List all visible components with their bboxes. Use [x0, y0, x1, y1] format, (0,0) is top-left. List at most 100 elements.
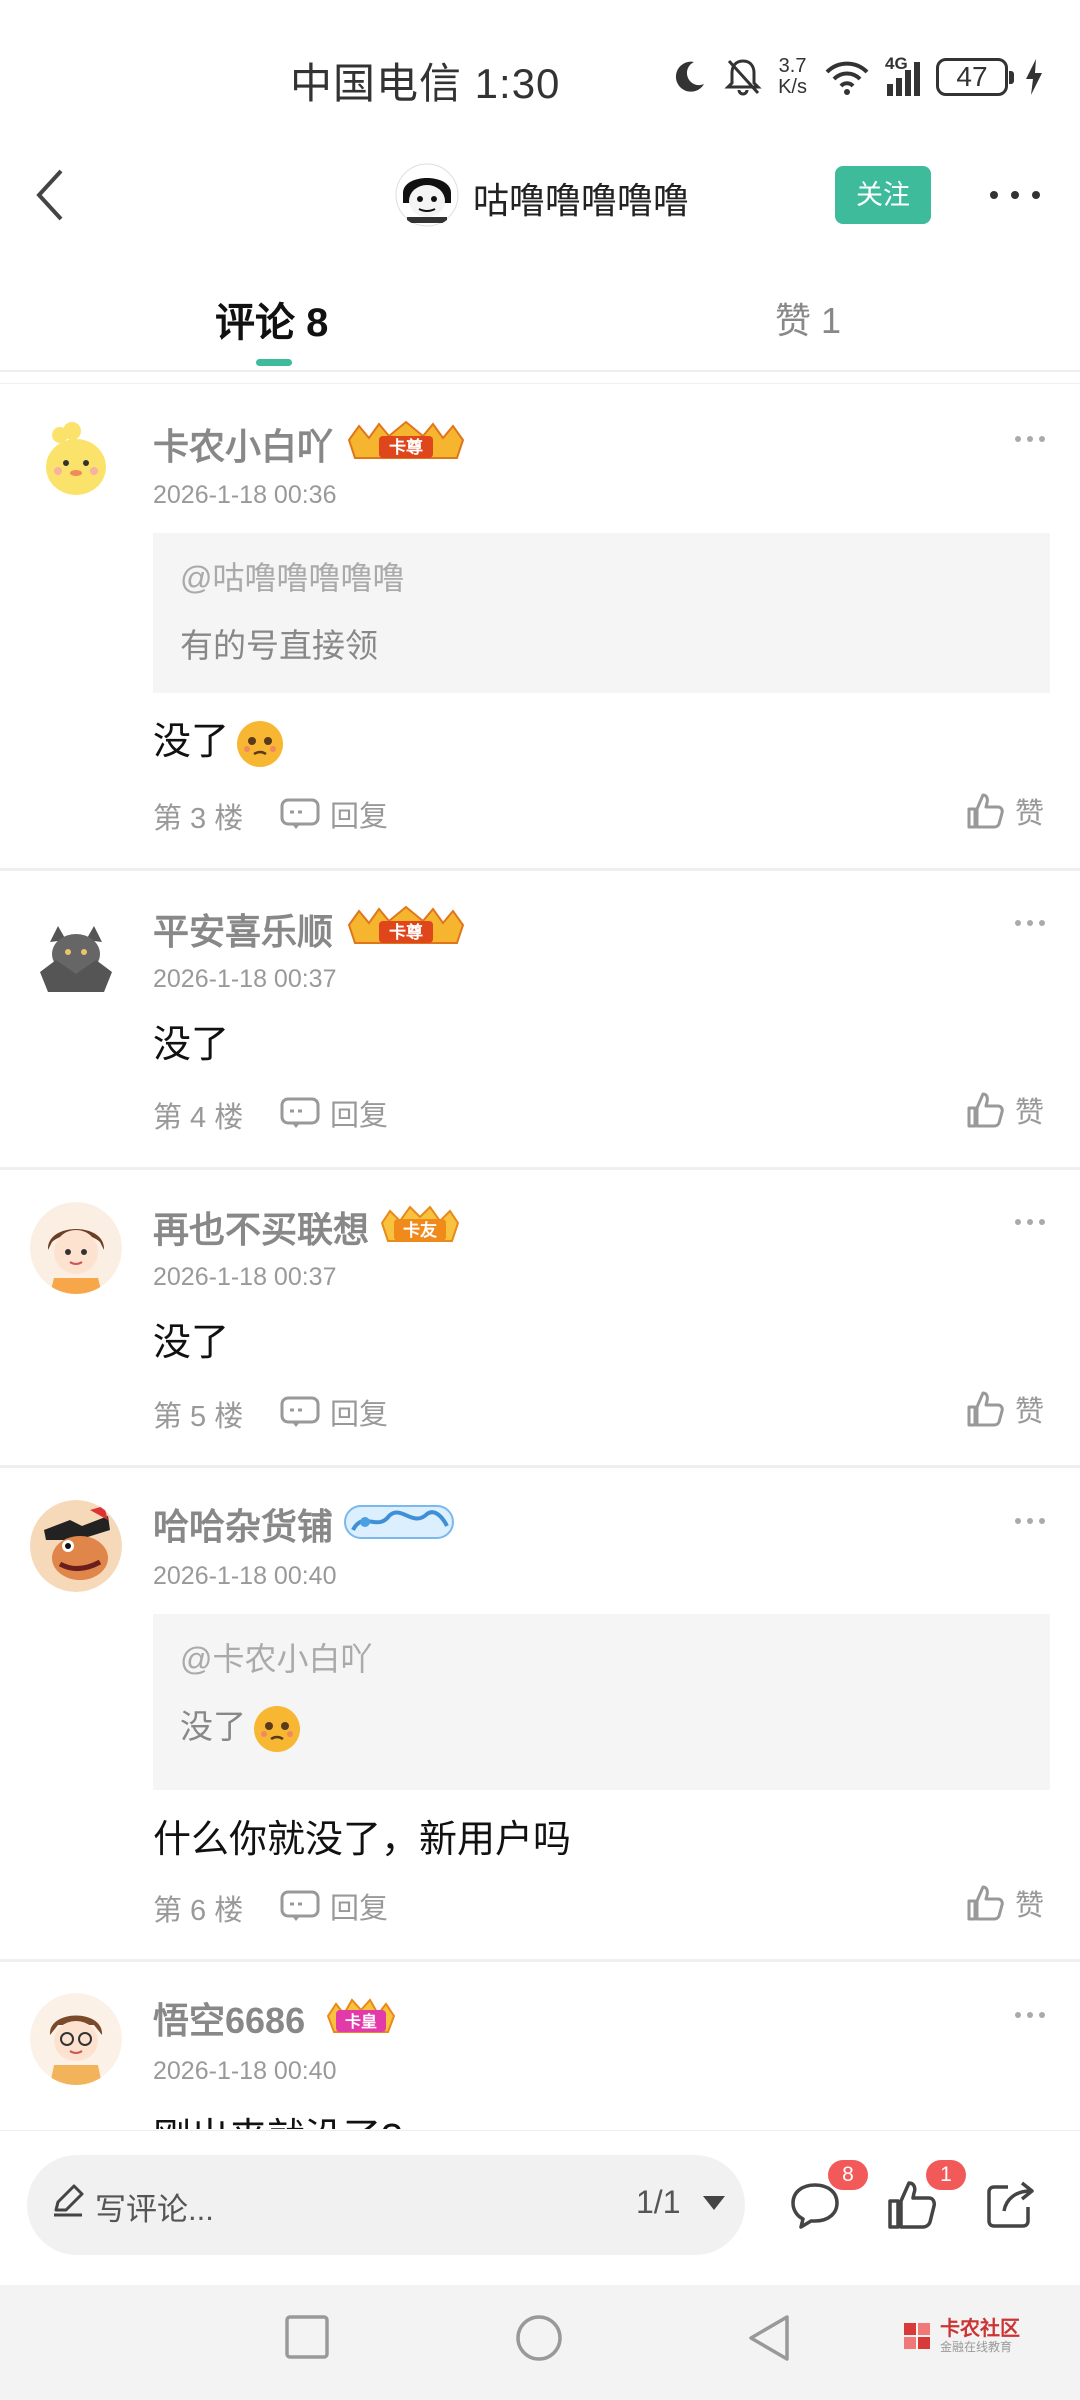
- signal-icon: 4G: [885, 54, 920, 96]
- back-button[interactable]: [20, 165, 80, 225]
- comment-time: 2026-1-18 00:40: [153, 2057, 337, 2085]
- home-icon[interactable]: [514, 2313, 564, 2363]
- reply-button[interactable]: 回复: [280, 1391, 388, 1433]
- reply-icon: [280, 1890, 320, 1921]
- pencil-icon: [54, 2184, 84, 2217]
- status-icons: 3.7 K/s 4G 47: [670, 52, 1044, 102]
- quoted-comment[interactable]: @卡农小白吖 没了: [153, 1614, 1050, 1790]
- moon-icon: [676, 61, 705, 92]
- floor-number: 第 6 楼: [153, 1895, 244, 1927]
- like-button[interactable]: 赞: [965, 1882, 1044, 1924]
- comment-count-badge: 8: [828, 2160, 868, 2190]
- avatar[interactable]: [30, 1500, 122, 1592]
- comment-author[interactable]: 哈哈杂货铺: [153, 1498, 333, 1550]
- reply-button[interactable]: 回复: [280, 1092, 388, 1134]
- level-badge: 卡尊: [345, 905, 467, 947]
- charging-icon: [1026, 59, 1042, 95]
- author-name[interactable]: 咕噜噜噜噜噜: [473, 172, 689, 224]
- bell-muted-icon: [724, 59, 762, 96]
- reply-button[interactable]: 回复: [280, 793, 388, 835]
- comment-divider: [0, 1167, 1080, 1170]
- comment-author[interactable]: 悟空6686: [153, 1992, 305, 2044]
- chevron-left-icon: [36, 169, 63, 221]
- comment-author[interactable]: 再也不买联想: [153, 1201, 369, 1253]
- more-options-button[interactable]: [990, 180, 1040, 210]
- wifi-icon: [825, 61, 869, 95]
- reply-icon: [280, 1097, 320, 1128]
- comment-text: 没了: [153, 1024, 230, 1066]
- comment-more-button[interactable]: [1015, 2012, 1045, 2022]
- tab-active-indicator: [256, 359, 292, 366]
- comment-author[interactable]: 卡农小白吖: [153, 418, 333, 470]
- comment-divider: [0, 1959, 1080, 1962]
- comment-author[interactable]: 平安喜乐顺: [153, 903, 333, 955]
- comment-text: 没了: [153, 1322, 230, 1364]
- like-button[interactable]: 赞: [965, 790, 1044, 832]
- tabs-divider: [0, 370, 1080, 372]
- avatar[interactable]: [30, 1202, 122, 1294]
- recent-apps-icon[interactable]: [283, 2313, 331, 2361]
- comment-more-button[interactable]: [1015, 920, 1045, 930]
- like-button[interactable]: 赞: [965, 1388, 1044, 1430]
- quoted-text: 有的号直接领: [180, 627, 378, 664]
- follow-button[interactable]: 关注: [835, 166, 931, 224]
- clipped-comment-area: 刚出来就没了?: [0, 2100, 1080, 2129]
- level-badge: 卡尊: [345, 420, 467, 462]
- comment-time: 2026-1-18 00:37: [153, 965, 337, 993]
- quoted-user: @咕噜噜噜噜噜: [180, 560, 405, 596]
- quoted-comment[interactable]: @咕噜噜噜噜噜 有的号直接领: [153, 533, 1050, 693]
- quoted-text: 没了: [180, 1700, 1023, 1754]
- floor-number: 第 3 楼: [153, 803, 244, 835]
- comment-divider: [0, 1465, 1080, 1468]
- comment-input-placeholder[interactable]: 写评论...: [95, 2184, 214, 2229]
- reply-button[interactable]: 回复: [280, 1885, 388, 1927]
- reply-icon: [280, 798, 320, 829]
- comment-more-button[interactable]: [1015, 436, 1045, 446]
- level-badge: 卡友: [378, 1203, 462, 1245]
- svg-text:卡皇: 卡皇: [345, 2012, 377, 2031]
- avatar[interactable]: [30, 415, 122, 507]
- net-speed: 3.7 K/s: [778, 55, 807, 98]
- svg-text:卡尊: 卡尊: [389, 437, 423, 458]
- comment-time: 2026-1-18 00:40: [153, 1562, 337, 1590]
- level-badge: 卡皇: [324, 1996, 398, 2036]
- svg-text:卡尊: 卡尊: [389, 922, 423, 943]
- quoted-user: @卡农小白吖: [180, 1641, 373, 1677]
- svg-text:卡友: 卡友: [403, 1220, 437, 1241]
- comment-text: 什么你就没了，新用户吗: [153, 1819, 572, 1861]
- caret-down-icon[interactable]: [703, 2196, 725, 2210]
- carrier-time: 中国电信 1:30: [290, 60, 561, 107]
- comment-divider: [0, 868, 1080, 871]
- back-nav-icon[interactable]: [745, 2313, 793, 2363]
- comment-time: 2026-1-18 00:37: [153, 1263, 337, 1291]
- thumbs-up-icon: [967, 1092, 1004, 1128]
- floor-number: 第 4 楼: [153, 1102, 244, 1134]
- thumbs-up-icon: [967, 1885, 1004, 1921]
- share-icon: [987, 2181, 1034, 2228]
- level-badge-icon: [343, 1502, 455, 1542]
- section-divider: [0, 383, 1080, 384]
- comment-text: 没了: [153, 710, 285, 769]
- pleading-emoji-icon: [237, 720, 284, 767]
- pleading-emoji-icon: [254, 1706, 300, 1753]
- comment-more-button[interactable]: [1015, 1518, 1045, 1528]
- watermark: 卡农社区 金融在线教育: [900, 2318, 1020, 2354]
- avatar[interactable]: [30, 912, 122, 1004]
- like-count-badge: 1: [926, 2160, 966, 2190]
- page-indicator[interactable]: 1/1: [636, 2184, 680, 2221]
- thumbs-up-icon: [967, 793, 1004, 829]
- author-avatar[interactable]: [395, 163, 459, 227]
- like-button[interactable]: 赞: [965, 1089, 1044, 1131]
- status-bar: 中国电信 1:30 3.7 K/s 4G 47: [0, 0, 1080, 150]
- battery-indicator: 47: [936, 58, 1014, 96]
- tab-likes[interactable]: 赞 1: [775, 292, 841, 344]
- reply-icon: [280, 1396, 320, 1427]
- share-button[interactable]: [982, 2177, 1038, 2233]
- avatar[interactable]: [30, 1993, 122, 2085]
- thumbs-up-icon: [967, 1391, 1004, 1427]
- tab-comments[interactable]: 评论 8: [215, 290, 328, 348]
- floor-number: 第 5 楼: [153, 1401, 244, 1433]
- comment-more-button[interactable]: [1015, 1219, 1045, 1229]
- comment-time: 2026-1-18 00:36: [153, 481, 337, 509]
- comment-text: 刚出来就没了?: [153, 2106, 402, 2129]
